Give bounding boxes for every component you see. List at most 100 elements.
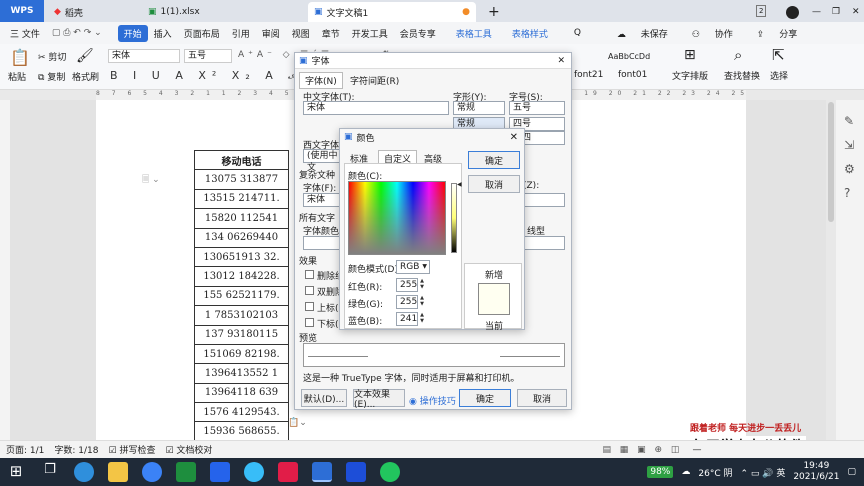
table-cell[interactable]: 15936 568655. — [194, 421, 289, 442]
avatar[interactable] — [780, 2, 805, 22]
collab-button[interactable]: ⚇ 协作 — [680, 27, 745, 40]
font-dialog-titlebar[interactable]: ▣ 字体 ✕ — [295, 53, 571, 69]
green-input[interactable]: 255 — [396, 295, 418, 309]
star-app-icon[interactable] — [346, 462, 366, 482]
cut-button[interactable]: ✂ 剪切 — [38, 50, 66, 63]
wps-taskbar-icon[interactable] — [278, 462, 298, 482]
edge-icon[interactable] — [74, 462, 94, 482]
excel-taskbar-icon[interactable] — [176, 462, 196, 482]
spell-check-button[interactable]: ☑ 拼写检查 — [109, 443, 156, 456]
style-font21[interactable]: font21 — [574, 70, 603, 80]
tab-xlsx[interactable]: ▣ 1(1).xlsx — [142, 2, 292, 22]
red-input[interactable]: 255 — [396, 278, 418, 292]
maximize-icon[interactable]: ❐ — [826, 2, 846, 22]
luminance-slider[interactable] — [451, 183, 457, 253]
font-dialog-close-icon[interactable]: ✕ — [557, 56, 565, 66]
menu-review[interactable]: 审阅 — [256, 27, 286, 40]
notification-icon[interactable]: ▢ — [847, 467, 856, 477]
menu-member[interactable]: 会员专享 — [394, 27, 442, 40]
size-input[interactable]: 五号 — [509, 101, 565, 115]
complex-font-select[interactable]: 宋体 — [303, 193, 343, 207]
table-cell[interactable]: 15820 112541 — [194, 208, 289, 229]
file-explorer-icon[interactable] — [108, 462, 128, 482]
superscript-checkbox[interactable] — [305, 302, 314, 311]
table-cell[interactable]: 134 06269440 — [194, 227, 289, 248]
table-cell[interactable]: 1576 4129543. — [194, 402, 289, 423]
cursor-icon[interactable]: ⇲ — [844, 138, 854, 152]
browser-icon[interactable] — [244, 462, 264, 482]
color-dialog-titlebar[interactable]: ▣ 颜色 ✕ — [340, 129, 524, 145]
green-spinner-icon[interactable]: ▲ ▼ — [418, 295, 426, 309]
style-font01[interactable]: font01 — [618, 70, 647, 80]
clock[interactable]: 19:49 2021/6/21 — [793, 461, 839, 483]
task-view-icon[interactable]: ❐ — [40, 462, 60, 482]
table-cell[interactable]: 137 93180115 — [194, 324, 289, 345]
font-cancel-button[interactable]: 取消 — [517, 389, 567, 407]
find-replace-button[interactable]: 查找替换 — [724, 69, 760, 82]
table-cell[interactable]: 130651913 32. — [194, 246, 289, 268]
weather-text[interactable]: 26°C 阴 — [698, 466, 732, 479]
vertical-scrollbar[interactable] — [826, 100, 836, 440]
font-ok-button[interactable]: 确定 — [459, 389, 511, 407]
subscript-checkbox[interactable] — [305, 318, 314, 327]
table-cell[interactable]: 13012 184228. — [194, 266, 289, 287]
tips-link[interactable]: ◉ 操作技巧 — [409, 394, 456, 407]
menu-start[interactable]: 开始 — [117, 24, 148, 42]
settings-icon[interactable]: ⚙ — [844, 162, 855, 176]
paste-options-icon[interactable]: 📋⌄ — [288, 418, 307, 428]
unsaved-button[interactable]: ☁ 未保存 — [605, 27, 680, 40]
paste-icon[interactable]: 📋 — [10, 48, 30, 67]
word-taskbar-icon[interactable] — [312, 462, 332, 482]
doc-tag-icon[interactable]: 🗏 ⌄ — [142, 172, 160, 188]
text-layout-button[interactable]: 文字排版 — [672, 69, 708, 82]
windows-start-icon[interactable]: ⊞ — [6, 462, 26, 482]
color-spectrum[interactable] — [348, 181, 446, 255]
tab-font[interactable]: 字体(N) — [299, 72, 343, 89]
tray-icons[interactable]: ⌃ ▭ 🔊 英 — [740, 466, 785, 479]
word-count[interactable]: 字数: 1/18 — [54, 443, 98, 456]
text-layout-icon[interactable]: ⊞ — [684, 47, 696, 63]
tab-char-spacing[interactable]: 字符间距(R) — [347, 73, 402, 88]
font-color-select[interactable] — [303, 236, 343, 250]
default-button[interactable]: 默认(D)... — [301, 389, 347, 407]
window-count-badge[interactable]: 2 — [756, 5, 767, 17]
copy-button[interactable]: ⧉ 复制 — [38, 70, 65, 83]
minimize-icon[interactable]: — — [806, 2, 827, 22]
color-ok-button[interactable]: 确定 — [468, 151, 520, 169]
menu-insert[interactable]: 插入 — [148, 27, 178, 40]
paste-button[interactable]: 粘贴 — [8, 70, 26, 83]
table-cell[interactable]: 13964118 639 — [194, 382, 289, 404]
find-replace-icon[interactable]: ⌕ — [734, 46, 742, 64]
wechat-icon[interactable] — [380, 462, 400, 482]
table-cell[interactable]: 13515 214711. — [194, 188, 289, 210]
search-icon[interactable]: Q — [568, 28, 587, 38]
luminance-arrow-icon[interactable]: ◀ — [457, 181, 462, 188]
close-icon[interactable]: ✕ — [846, 2, 864, 22]
menu-devtools[interactable]: 开发工具 — [346, 27, 394, 40]
table-cell[interactable]: 移动电话 — [194, 149, 289, 171]
menu-chapter[interactable]: 章节 — [316, 27, 346, 40]
font-size-select[interactable]: 五号 — [184, 49, 232, 63]
clock-app-icon[interactable] — [142, 462, 162, 482]
color-mode-select[interactable]: RGB ▼ — [396, 260, 430, 274]
style-input[interactable]: 常规 — [453, 101, 505, 115]
blue-spinner-icon[interactable]: ▲ ▼ — [418, 312, 426, 326]
tab-document[interactable]: ▣ 文字文稿1 ● — [308, 2, 476, 22]
menu-view[interactable]: 视图 — [286, 27, 316, 40]
mail-icon[interactable] — [210, 462, 230, 482]
undo-icon[interactable]: ▢ ⎙ ↶ ↷ ⌄ — [46, 28, 108, 38]
table-cell[interactable]: 1396413552 1 — [194, 363, 289, 384]
table-cell[interactable]: 13075 313877 — [194, 169, 289, 190]
zoom-out-button[interactable]: — — [692, 445, 701, 455]
menu-table-style[interactable]: 表格样式 — [506, 27, 554, 40]
format-painter-button[interactable]: 格式刷 — [72, 70, 99, 83]
format-painter-icon[interactable]: 🖌 — [76, 48, 94, 64]
battery-indicator[interactable]: 98% — [647, 466, 674, 478]
blue-input[interactable]: 241 — [396, 312, 418, 326]
view-mode-icons[interactable]: ▤ ▦ ▣ ⊕ ◫ — [602, 445, 682, 455]
color-dialog-close-icon[interactable]: ✕ — [510, 132, 518, 143]
font-name-select[interactable]: 宋体 — [108, 49, 180, 63]
double-strike-checkbox[interactable] — [305, 286, 314, 295]
proofread-button[interactable]: ☑ 文档校对 — [165, 443, 212, 456]
complex-size-select[interactable] — [523, 193, 565, 207]
